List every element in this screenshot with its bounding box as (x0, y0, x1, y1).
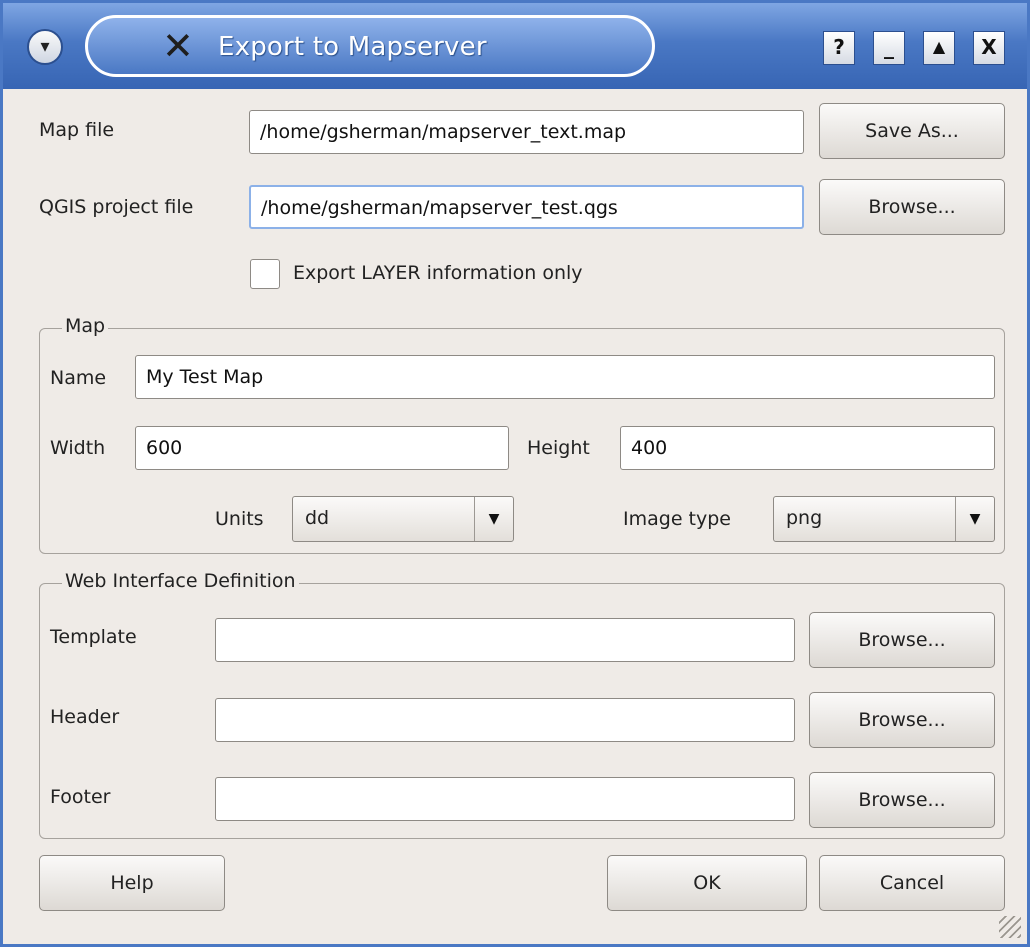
template-input[interactable] (215, 618, 795, 662)
image-type-select[interactable]: png ▼ (773, 496, 995, 542)
shade-icon[interactable]: ▲ (923, 31, 955, 65)
export-layer-label: Export LAYER information only (293, 262, 583, 284)
chevron-down-icon[interactable]: ▼ (955, 497, 994, 541)
title-bar[interactable]: ▾ ✕ Export to Mapserver ? _ ▲ X (3, 3, 1027, 89)
header-input[interactable] (215, 698, 795, 742)
project-file-input[interactable]: /home/gsherman/mapserver_test.qgs (249, 185, 804, 229)
close-icon[interactable]: X (973, 31, 1005, 65)
template-browse-button[interactable]: Browse... (809, 612, 995, 668)
template-label: Template (50, 626, 137, 648)
cancel-button[interactable]: Cancel (819, 855, 1005, 911)
footer-browse-button[interactable]: Browse... (809, 772, 995, 828)
export-layer-checkbox[interactable] (250, 259, 280, 289)
name-label: Name (50, 367, 107, 389)
qgis-x-icon: ✕ (162, 24, 194, 68)
footer-label: Footer (50, 786, 111, 808)
title-pill: ✕ Export to Mapserver (85, 15, 655, 77)
map-file-input[interactable]: /home/gsherman/mapserver_text.map (249, 110, 804, 154)
minimize-icon[interactable]: _ (873, 31, 905, 65)
project-browse-button[interactable]: Browse... (819, 179, 1005, 235)
window-title: Export to Mapserver (218, 32, 487, 62)
resize-grip[interactable] (999, 916, 1021, 938)
map-group-title: Map (62, 315, 109, 337)
map-file-label: Map file (39, 119, 115, 141)
header-browse-button[interactable]: Browse... (809, 692, 995, 748)
units-select[interactable]: dd ▼ (292, 496, 514, 542)
units-label: Units (215, 508, 264, 530)
window-menu-icon[interactable]: ▾ (27, 29, 63, 65)
header-label: Header (50, 706, 120, 728)
project-file-label: QGIS project file (39, 196, 194, 218)
ok-button[interactable]: OK (607, 855, 807, 911)
chevron-down-icon[interactable]: ▼ (474, 497, 513, 541)
image-type-value: png (786, 507, 823, 529)
map-name-input[interactable]: My Test Map (135, 355, 995, 399)
save-as-button[interactable]: Save As... (819, 103, 1005, 159)
height-label: Height (527, 437, 590, 459)
help-button[interactable]: Help (39, 855, 225, 911)
export-dialog: ▾ ✕ Export to Mapserver ? _ ▲ X Map file… (0, 0, 1030, 947)
web-group-title: Web Interface Definition (62, 570, 299, 592)
units-value: dd (305, 507, 330, 529)
height-input[interactable]: 400 (620, 426, 995, 470)
image-type-label: Image type (623, 508, 731, 530)
width-label: Width (50, 437, 106, 459)
footer-input[interactable] (215, 777, 795, 821)
help-icon[interactable]: ? (823, 31, 855, 65)
width-input[interactable]: 600 (135, 426, 509, 470)
